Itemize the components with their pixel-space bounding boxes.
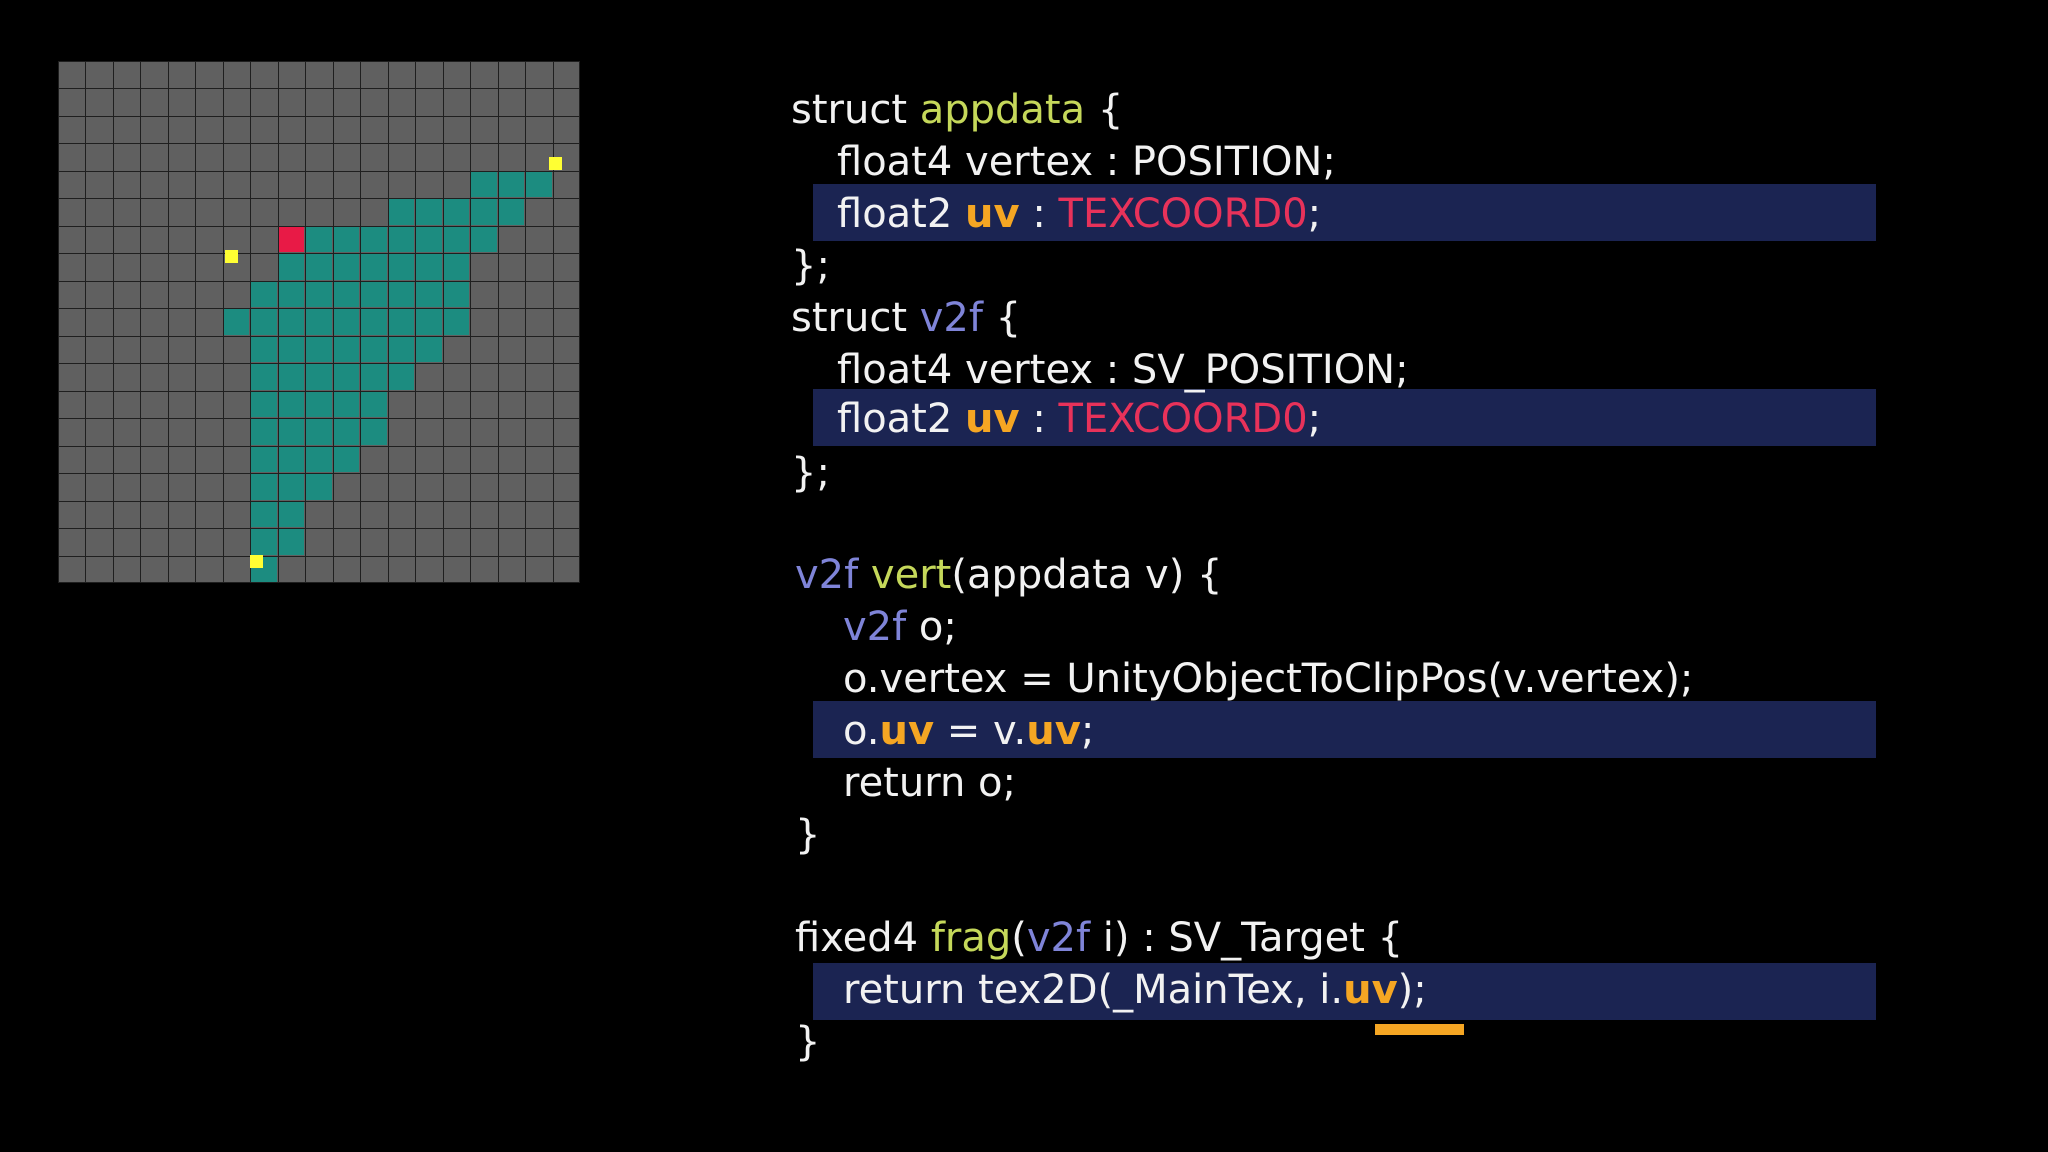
close-struct: }; <box>791 243 830 289</box>
uv-token: uv <box>1026 708 1081 754</box>
o-prefix: o. <box>843 708 880 754</box>
keyword-struct: struct <box>791 87 907 133</box>
code-line-o-uv-assign: o.uv = v.uv; <box>843 705 1094 757</box>
open-brace: { <box>1097 87 1124 133</box>
function-name-frag: frag <box>930 915 1012 961</box>
code-line-appdata-close: }; <box>791 240 830 292</box>
open-paren: ( <box>1011 915 1027 961</box>
function-name-vert: vert <box>870 552 952 598</box>
code-line-appdata-vertex: float4 vertex : POSITION; <box>837 136 1336 188</box>
return-type-v2f: v2f <box>795 552 859 598</box>
assign-v: = v. <box>934 708 1027 754</box>
type-float2: float2 <box>837 191 953 237</box>
semicolon: ; <box>1080 708 1095 754</box>
code-line-frag-signature: fixed4 frag(v2f i) : SV_Target { <box>795 912 1403 964</box>
code-line-v2f-o-decl: v2f o; <box>843 601 957 653</box>
o-decl: o; <box>918 604 957 650</box>
code-line-struct-v2f: struct v2f { <box>791 292 1021 344</box>
code-line-vert-signature: v2f vert(appdata v) { <box>795 549 1223 601</box>
close-function: } <box>795 1019 821 1065</box>
keyword-struct: struct <box>791 295 907 341</box>
code-line-return-o: return o; <box>843 757 1016 809</box>
return-tex-prefix: return tex2D(_MainTex, i. <box>843 967 1344 1013</box>
texcoord0-semantic: TEXCOORD0 <box>1058 396 1308 442</box>
code-line-o-vertex-assign: o.vertex = UnityObjectToClipPos(v.vertex… <box>843 653 1693 705</box>
uv-token: uv <box>879 708 935 754</box>
code-line-v2f-close: }; <box>791 447 830 499</box>
open-brace: { <box>995 295 1022 341</box>
param-type-v2f: v2f <box>1026 915 1091 961</box>
colon: : <box>1032 396 1046 442</box>
uv-token: uv <box>965 396 1020 442</box>
shader-code-panel: struct appdata { float4 vertex : POSITIO… <box>0 0 2048 1152</box>
vert-params: (appdata v) { <box>951 552 1223 598</box>
return-tex-suffix: ); <box>1397 967 1427 1013</box>
semicolon: ; <box>1307 191 1322 237</box>
struct-name-v2f: v2f <box>919 295 983 341</box>
uv-token: uv <box>965 191 1020 237</box>
colon: : <box>1032 191 1046 237</box>
close-struct: }; <box>791 450 830 496</box>
code-line-appdata-uv: float2 uv : TEXCOORD0; <box>837 188 1321 240</box>
code-line-v2f-uv: float2 uv : TEXCOORD0; <box>837 393 1321 445</box>
return-o: return o; <box>843 760 1016 806</box>
type-float2: float2 <box>837 396 953 442</box>
code-line-return-tex2d: return tex2D(_MainTex, i.uv); <box>843 964 1427 1016</box>
struct-name-appdata: appdata <box>919 87 1086 133</box>
code-line-frag-close: } <box>795 1016 820 1068</box>
texcoord0-semantic: TEXCOORD0 <box>1058 191 1308 237</box>
o-vertex-assign: o.vertex = UnityObjectToClipPos(v.vertex… <box>843 656 1694 702</box>
semicolon: ; <box>1307 396 1322 442</box>
type-v2f: v2f <box>843 604 907 650</box>
close-function: } <box>795 812 821 858</box>
uv-underline-marker <box>1375 1024 1464 1035</box>
v2f-vertex-field: float4 vertex : SV_POSITION; <box>837 347 1409 393</box>
type-fixed4: fixed4 <box>795 915 919 961</box>
code-line-vert-close: } <box>795 809 820 861</box>
uv-token: uv <box>1343 967 1398 1013</box>
code-line-v2f-vertex: float4 vertex : SV_POSITION; <box>837 344 1409 396</box>
appdata-vertex-field: float4 vertex : POSITION; <box>837 139 1336 185</box>
code-line-struct-appdata: struct appdata { <box>791 84 1123 136</box>
frag-param-tail: i) : SV_Target { <box>1090 915 1404 961</box>
